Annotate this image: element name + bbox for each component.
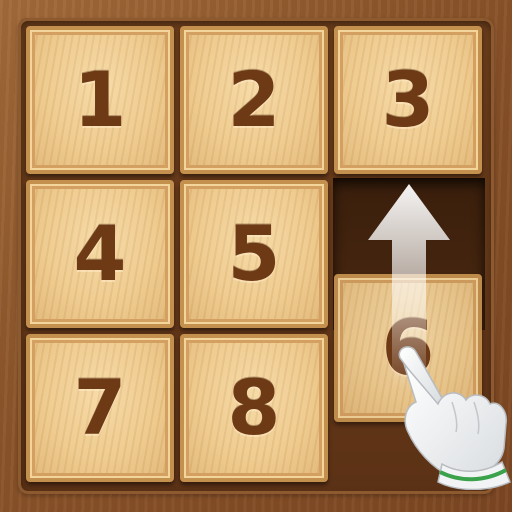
tile-1[interactable]: 1 (26, 26, 174, 174)
tile-7[interactable]: 7 (26, 334, 174, 482)
tile-4[interactable]: 4 (26, 180, 174, 328)
game-screen: 1 2 3 4 5 6 7 8 (0, 0, 512, 512)
tile-number: 3 (381, 55, 435, 144)
tile-number: 2 (227, 55, 281, 144)
tile-number: 4 (73, 209, 127, 298)
tile-number: 8 (227, 363, 281, 452)
tile-number: 5 (227, 209, 281, 298)
tile-number: 1 (73, 55, 127, 144)
tile-5[interactable]: 5 (180, 180, 328, 328)
tile-number: 7 (73, 363, 127, 452)
pointing-hand-icon (398, 346, 511, 490)
tile-3[interactable]: 3 (334, 26, 482, 174)
tile-8[interactable]: 8 (180, 334, 328, 482)
tile-2[interactable]: 2 (180, 26, 328, 174)
